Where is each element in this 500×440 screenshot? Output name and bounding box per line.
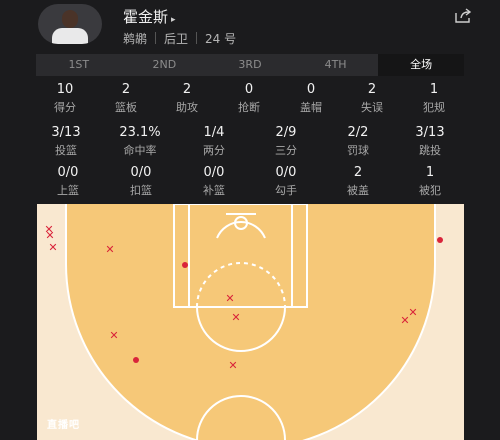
- arrow-right-icon: ▸: [171, 15, 176, 25]
- stat-jumpshot: 3/13 跳投: [415, 125, 445, 157]
- stat-dunk: 0/0 扣篮: [130, 165, 152, 197]
- share-icon[interactable]: [454, 8, 472, 24]
- player-number: 24 号: [205, 32, 237, 46]
- stat-blocks: 0 盖帽: [300, 82, 322, 114]
- made-shot-marker: [133, 357, 139, 363]
- missed-shot-marker: ✕: [231, 311, 241, 324]
- stat-layup: 0/0 上篮: [57, 165, 79, 197]
- player-name-text[interactable]: 霍金斯: [123, 8, 168, 26]
- player-header: 霍金斯 ▸ 鹈鹕 后卫 24 号: [0, 0, 500, 50]
- missed-shot-marker: ✕: [228, 359, 238, 372]
- player-meta: 鹈鹕 后卫 24 号: [123, 30, 236, 47]
- stat-turnovers: 2 失误: [361, 82, 383, 114]
- stat-points: 10 得分: [54, 82, 76, 114]
- divider: [196, 32, 198, 44]
- shot-chart-court: ✕ ✕ ✕ ✕ ✕ ✕ ✕ ✕ ✕ ✕ 直播吧: [37, 204, 464, 440]
- stat-hook: 0/0 勾手: [275, 165, 297, 197]
- stat-2pt: 1/4 两分: [203, 125, 225, 157]
- stat-blocked: 2 被盖: [347, 165, 369, 197]
- tab-4th[interactable]: 4TH: [293, 54, 379, 76]
- tab-full-game[interactable]: 全场: [378, 54, 464, 76]
- player-position: 后卫: [164, 32, 189, 46]
- stat-fg-pct: 23.1% 命中率: [119, 125, 161, 157]
- missed-shot-marker: ✕: [105, 243, 115, 256]
- stat-fg: 3/13 投篮: [51, 125, 81, 157]
- stat-fouled: 1 被犯: [419, 165, 441, 197]
- player-avatar: [38, 4, 102, 44]
- stat-steals: 0 抢断: [238, 82, 260, 114]
- made-shot-marker: [182, 262, 188, 268]
- missed-shot-marker: ✕: [109, 329, 119, 342]
- missed-shot-marker: ✕: [225, 292, 235, 305]
- stat-fouls: 1 犯规: [423, 82, 445, 114]
- stat-rebounds: 2 篮板: [115, 82, 137, 114]
- tab-2nd[interactable]: 2ND: [122, 54, 208, 76]
- player-name[interactable]: 霍金斯 ▸: [123, 6, 176, 27]
- stat-tipin: 0/0 补篮: [203, 165, 225, 197]
- divider: [155, 32, 157, 44]
- watermark-logo: 直播吧: [47, 420, 80, 431]
- tab-1st[interactable]: 1ST: [36, 54, 122, 76]
- stat-3pt: 2/9 三分: [275, 125, 297, 157]
- missed-shot-marker: ✕: [48, 241, 58, 254]
- missed-shot-marker: ✕: [45, 229, 55, 242]
- period-tabs: 1ST 2ND 3RD 4TH 全场: [36, 54, 464, 76]
- missed-shot-marker: ✕: [400, 314, 410, 327]
- three-point-area: [66, 204, 435, 440]
- made-shot-marker: [437, 237, 443, 243]
- tab-3rd[interactable]: 3RD: [207, 54, 293, 76]
- stat-assists: 2 助攻: [176, 82, 198, 114]
- player-team: 鹈鹕: [123, 32, 148, 46]
- stat-ft: 2/2 罚球: [347, 125, 369, 157]
